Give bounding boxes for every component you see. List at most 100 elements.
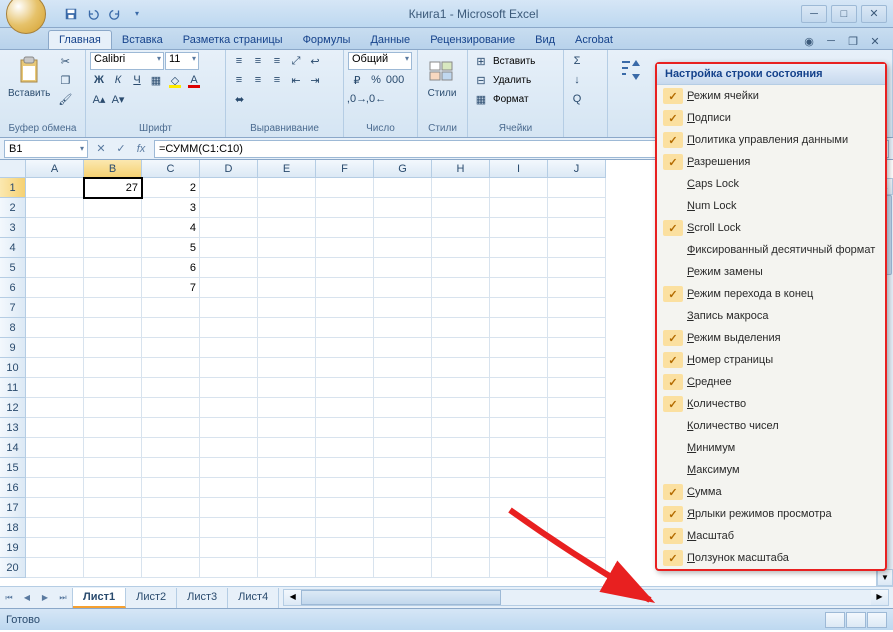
close-button[interactable]: ✕ — [861, 5, 887, 23]
horizontal-scrollbar[interactable]: ◀ ▶ — [283, 589, 889, 606]
cell-B6[interactable] — [84, 278, 142, 298]
cell-F19[interactable] — [316, 538, 374, 558]
cell-G12[interactable] — [374, 398, 432, 418]
column-header-C[interactable]: C — [142, 160, 200, 178]
statusbar-option-2[interactable]: ✓Политика управления данными — [657, 129, 885, 151]
cell-C14[interactable] — [142, 438, 200, 458]
orientation-icon[interactable]: ⤢ — [287, 52, 305, 70]
cancel-formula-icon[interactable]: ✕ — [92, 140, 110, 158]
cell-D2[interactable] — [200, 198, 258, 218]
statusbar-option-4[interactable]: Caps Lock — [657, 173, 885, 195]
align-middle-icon[interactable]: ≡ — [249, 52, 267, 70]
cell-J12[interactable] — [548, 398, 606, 418]
statusbar-option-5[interactable]: Num Lock — [657, 195, 885, 217]
styles-button[interactable]: Стили — [422, 52, 462, 101]
cell-H3[interactable] — [432, 218, 490, 238]
copy-icon[interactable]: ❐ — [56, 71, 74, 89]
cell-H20[interactable] — [432, 558, 490, 578]
cell-I4[interactable] — [490, 238, 548, 258]
column-header-F[interactable]: F — [316, 160, 374, 178]
cell-J6[interactable] — [548, 278, 606, 298]
cell-H13[interactable] — [432, 418, 490, 438]
cell-D1[interactable] — [200, 178, 258, 198]
cell-H2[interactable] — [432, 198, 490, 218]
format-cells-icon[interactable]: ▦ — [472, 90, 490, 108]
insert-cells-label[interactable]: Вставить — [491, 54, 537, 69]
cell-H15[interactable] — [432, 458, 490, 478]
cell-H18[interactable] — [432, 518, 490, 538]
fill-icon[interactable]: ↓ — [568, 71, 586, 89]
sheet-tab-2[interactable]: Лист2 — [126, 588, 177, 608]
cell-F4[interactable] — [316, 238, 374, 258]
cell-H6[interactable] — [432, 278, 490, 298]
delete-cells-label[interactable]: Удалить — [491, 73, 533, 88]
cell-C9[interactable] — [142, 338, 200, 358]
statusbar-option-8[interactable]: Режим замены — [657, 261, 885, 283]
cell-J16[interactable] — [548, 478, 606, 498]
last-sheet-icon[interactable]: ⏭ — [54, 588, 72, 608]
cell-F2[interactable] — [316, 198, 374, 218]
insert-cells-icon[interactable]: ⊞ — [472, 52, 490, 70]
column-header-G[interactable]: G — [374, 160, 432, 178]
page-layout-view-icon[interactable] — [846, 612, 866, 628]
cell-F1[interactable] — [316, 178, 374, 198]
cell-F5[interactable] — [316, 258, 374, 278]
tab-data[interactable]: Данные — [360, 31, 420, 49]
column-header-J[interactable]: J — [548, 160, 606, 178]
cell-C2[interactable]: 3 — [142, 198, 200, 218]
row-header-4[interactable]: 4 — [0, 238, 26, 258]
cell-D4[interactable] — [200, 238, 258, 258]
cell-E16[interactable] — [258, 478, 316, 498]
cell-E2[interactable] — [258, 198, 316, 218]
column-header-D[interactable]: D — [200, 160, 258, 178]
cell-H7[interactable] — [432, 298, 490, 318]
bold-button[interactable]: Ж — [90, 71, 108, 89]
cell-D20[interactable] — [200, 558, 258, 578]
statusbar-option-13[interactable]: ✓Среднее — [657, 371, 885, 393]
cell-H10[interactable] — [432, 358, 490, 378]
paste-button[interactable]: Вставить — [4, 52, 54, 101]
cell-G11[interactable] — [374, 378, 432, 398]
cell-E19[interactable] — [258, 538, 316, 558]
cell-B14[interactable] — [84, 438, 142, 458]
enter-formula-icon[interactable]: ✓ — [112, 140, 130, 158]
scroll-right-icon[interactable]: ▶ — [871, 590, 888, 605]
cell-D5[interactable] — [200, 258, 258, 278]
doc-minimize-icon[interactable]: ─ — [823, 33, 839, 49]
doc-close-icon[interactable]: ✕ — [867, 33, 883, 49]
column-header-A[interactable]: A — [26, 160, 84, 178]
cell-D13[interactable] — [200, 418, 258, 438]
cell-F8[interactable] — [316, 318, 374, 338]
cell-J5[interactable] — [548, 258, 606, 278]
cell-E6[interactable] — [258, 278, 316, 298]
hscroll-thumb[interactable] — [301, 590, 501, 605]
cell-A2[interactable] — [26, 198, 84, 218]
cell-J8[interactable] — [548, 318, 606, 338]
cell-D14[interactable] — [200, 438, 258, 458]
scroll-left-icon[interactable]: ◀ — [284, 590, 301, 605]
percent-icon[interactable]: % — [367, 71, 385, 89]
tab-review[interactable]: Рецензирование — [420, 31, 525, 49]
cell-D17[interactable] — [200, 498, 258, 518]
statusbar-option-17[interactable]: Максимум — [657, 459, 885, 481]
cell-B1[interactable]: 27 — [84, 178, 142, 198]
cell-E11[interactable] — [258, 378, 316, 398]
cell-C15[interactable] — [142, 458, 200, 478]
help-icon[interactable]: ◉ — [801, 33, 817, 49]
cell-G14[interactable] — [374, 438, 432, 458]
insert-function-icon[interactable]: fx — [132, 140, 150, 158]
column-header-H[interactable]: H — [432, 160, 490, 178]
cell-B18[interactable] — [84, 518, 142, 538]
statusbar-option-1[interactable]: ✓Подписи — [657, 107, 885, 129]
cell-C8[interactable] — [142, 318, 200, 338]
cell-G7[interactable] — [374, 298, 432, 318]
cell-A19[interactable] — [26, 538, 84, 558]
cell-E20[interactable] — [258, 558, 316, 578]
cell-I14[interactable] — [490, 438, 548, 458]
cell-A4[interactable] — [26, 238, 84, 258]
cell-J9[interactable] — [548, 338, 606, 358]
cell-I9[interactable] — [490, 338, 548, 358]
cell-C3[interactable]: 4 — [142, 218, 200, 238]
cell-I3[interactable] — [490, 218, 548, 238]
row-header-11[interactable]: 11 — [0, 378, 26, 398]
